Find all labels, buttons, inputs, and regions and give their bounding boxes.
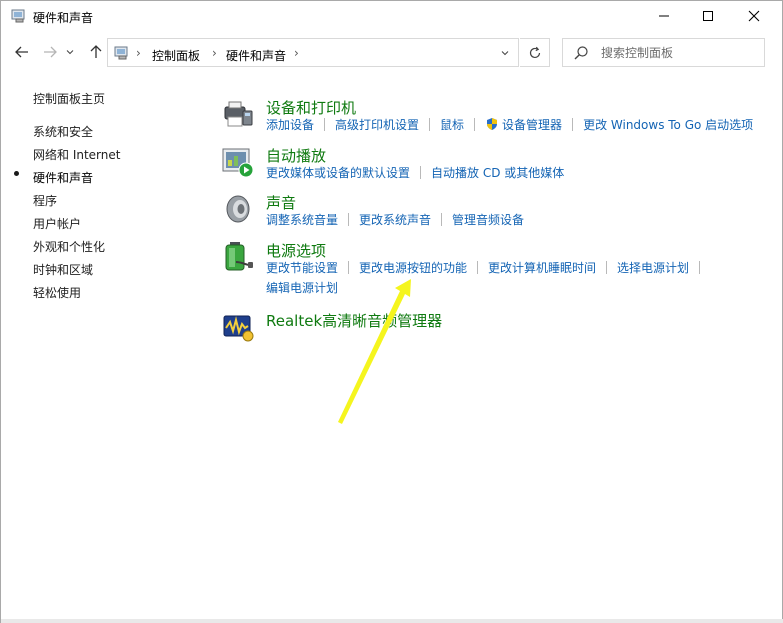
category-title[interactable]: 电源选项: [266, 240, 326, 261]
realtek-audio-icon: [223, 315, 254, 342]
control-panel-icon: [114, 46, 128, 60]
window-bottom-edge: [1, 619, 783, 623]
breadcrumb-chevron-icon[interactable]: ›: [294, 46, 299, 60]
link-device-manager[interactable]: 设备管理器: [502, 116, 562, 133]
link-separator: [477, 261, 479, 274]
link-edit-power-plan[interactable]: 编辑电源计划: [266, 279, 338, 296]
uac-shield-icon: [487, 118, 498, 130]
minimize-icon: [659, 15, 669, 17]
recent-locations-button[interactable]: [63, 41, 77, 63]
link-separator: [474, 118, 476, 131]
link-separator: [699, 261, 701, 274]
forward-button[interactable]: [39, 41, 61, 63]
control-panel-icon: [11, 9, 25, 23]
link-separator: [441, 213, 443, 226]
sidebar-item-clock-region[interactable]: 时钟和区域: [33, 261, 93, 278]
printer-icon: [224, 101, 253, 127]
maximize-icon: [703, 11, 713, 21]
search-input[interactable]: [601, 39, 761, 66]
link-autoplay-cd[interactable]: 自动播放 CD 或其他媒体: [431, 164, 564, 181]
link-advanced-printer-setup[interactable]: 高级打印机设置: [335, 116, 419, 133]
link-add-device[interactable]: 添加设备: [266, 116, 314, 133]
sidebar-item-user-accounts[interactable]: 用户帐户: [33, 215, 81, 232]
arrow-right-icon: [44, 46, 57, 58]
maximize-button[interactable]: [685, 1, 731, 31]
link-manage-audio-devices[interactable]: 管理音频设备: [452, 211, 524, 228]
active-item-bullet: [14, 171, 19, 176]
link-separator: [572, 118, 574, 131]
category-links: 调整系统音量 更改系统声音 管理音频设备: [266, 211, 524, 228]
link-separator: [429, 118, 431, 131]
sidebar-item-home[interactable]: 控制面板主页: [33, 90, 105, 107]
breadcrumb-control-panel[interactable]: 控制面板: [152, 47, 200, 64]
category-title[interactable]: 自动播放: [266, 145, 326, 166]
chevron-down-icon: [66, 50, 74, 55]
category-links: 更改媒体或设备的默认设置 自动播放 CD 或其他媒体: [266, 164, 564, 181]
sidebar-item-appearance[interactable]: 外观和个性化: [33, 238, 105, 255]
category-title[interactable]: 设备和打印机: [266, 97, 356, 118]
category-links-row2: 编辑电源计划: [266, 279, 338, 296]
search-box[interactable]: [562, 38, 765, 67]
sidebar-item-system-security[interactable]: 系统和安全: [33, 123, 93, 140]
link-choose-power-plan[interactable]: 选择电源计划: [617, 259, 689, 276]
breadcrumb-chevron-icon[interactable]: ›: [212, 46, 217, 60]
link-change-media-defaults[interactable]: 更改媒体或设备的默认设置: [266, 164, 410, 181]
link-windows-to-go[interactable]: 更改 Windows To Go 启动选项: [583, 116, 753, 133]
refresh-icon: [529, 46, 540, 58]
navigation-bar: › 控制面板 › 硬件和声音 ›: [1, 35, 782, 69]
link-change-power-saving[interactable]: 更改节能设置: [266, 259, 338, 276]
battery-icon: [225, 242, 253, 271]
category-links: 添加设备 高级打印机设置 鼠标 设备管理器 更改 Windows To Go 启动选项: [266, 116, 753, 133]
minimize-button[interactable]: [641, 1, 687, 31]
speaker-icon: [226, 195, 250, 223]
close-button[interactable]: [731, 1, 777, 31]
address-bar[interactable]: › 控制面板 › 硬件和声音 ›: [107, 38, 519, 67]
link-mouse[interactable]: 鼠标: [440, 116, 464, 133]
link-change-system-sounds[interactable]: 更改系统声音: [359, 211, 431, 228]
sidebar-item-hardware-sound[interactable]: 硬件和声音: [33, 169, 93, 186]
link-change-power-button[interactable]: 更改电源按钮的功能: [359, 259, 467, 276]
sidebar-item-network-internet[interactable]: 网络和 Internet: [33, 146, 120, 163]
sidebar-item-programs[interactable]: 程序: [33, 192, 57, 209]
breadcrumb-hardware-sound[interactable]: 硬件和声音: [226, 47, 286, 64]
category-title[interactable]: 声音: [266, 192, 296, 213]
link-separator: [348, 213, 350, 226]
search-icon: [574, 46, 588, 60]
autoplay-icon: [222, 148, 254, 178]
up-button[interactable]: [85, 41, 107, 63]
arrow-left-icon: [15, 46, 28, 58]
link-separator: [606, 261, 608, 274]
back-button[interactable]: [11, 41, 33, 63]
chevron-down-icon[interactable]: [500, 48, 510, 58]
refresh-button[interactable]: [520, 38, 550, 67]
arrow-up-icon: [90, 45, 102, 58]
category-links: 更改节能设置 更改电源按钮的功能 更改计算机睡眠时间 选择电源计划: [266, 259, 710, 276]
category-title[interactable]: Realtek高清晰音频管理器: [266, 310, 442, 331]
link-change-sleep-time[interactable]: 更改计算机睡眠时间: [488, 259, 596, 276]
link-adjust-volume[interactable]: 调整系统音量: [266, 211, 338, 228]
link-separator: [348, 261, 350, 274]
control-panel-window: 硬件和声音 › 控制面板 › 硬件和声音 › 搜索控制面板 控制面板主页 系统和…: [0, 0, 783, 623]
breadcrumb-chevron-icon[interactable]: ›: [136, 46, 141, 60]
close-icon: [748, 10, 760, 22]
sidebar-item-ease-of-access[interactable]: 轻松使用: [33, 284, 81, 301]
window-title: 硬件和声音: [33, 11, 94, 25]
title-bar[interactable]: 硬件和声音: [1, 1, 782, 33]
link-separator: [420, 166, 422, 179]
link-separator: [324, 118, 326, 131]
